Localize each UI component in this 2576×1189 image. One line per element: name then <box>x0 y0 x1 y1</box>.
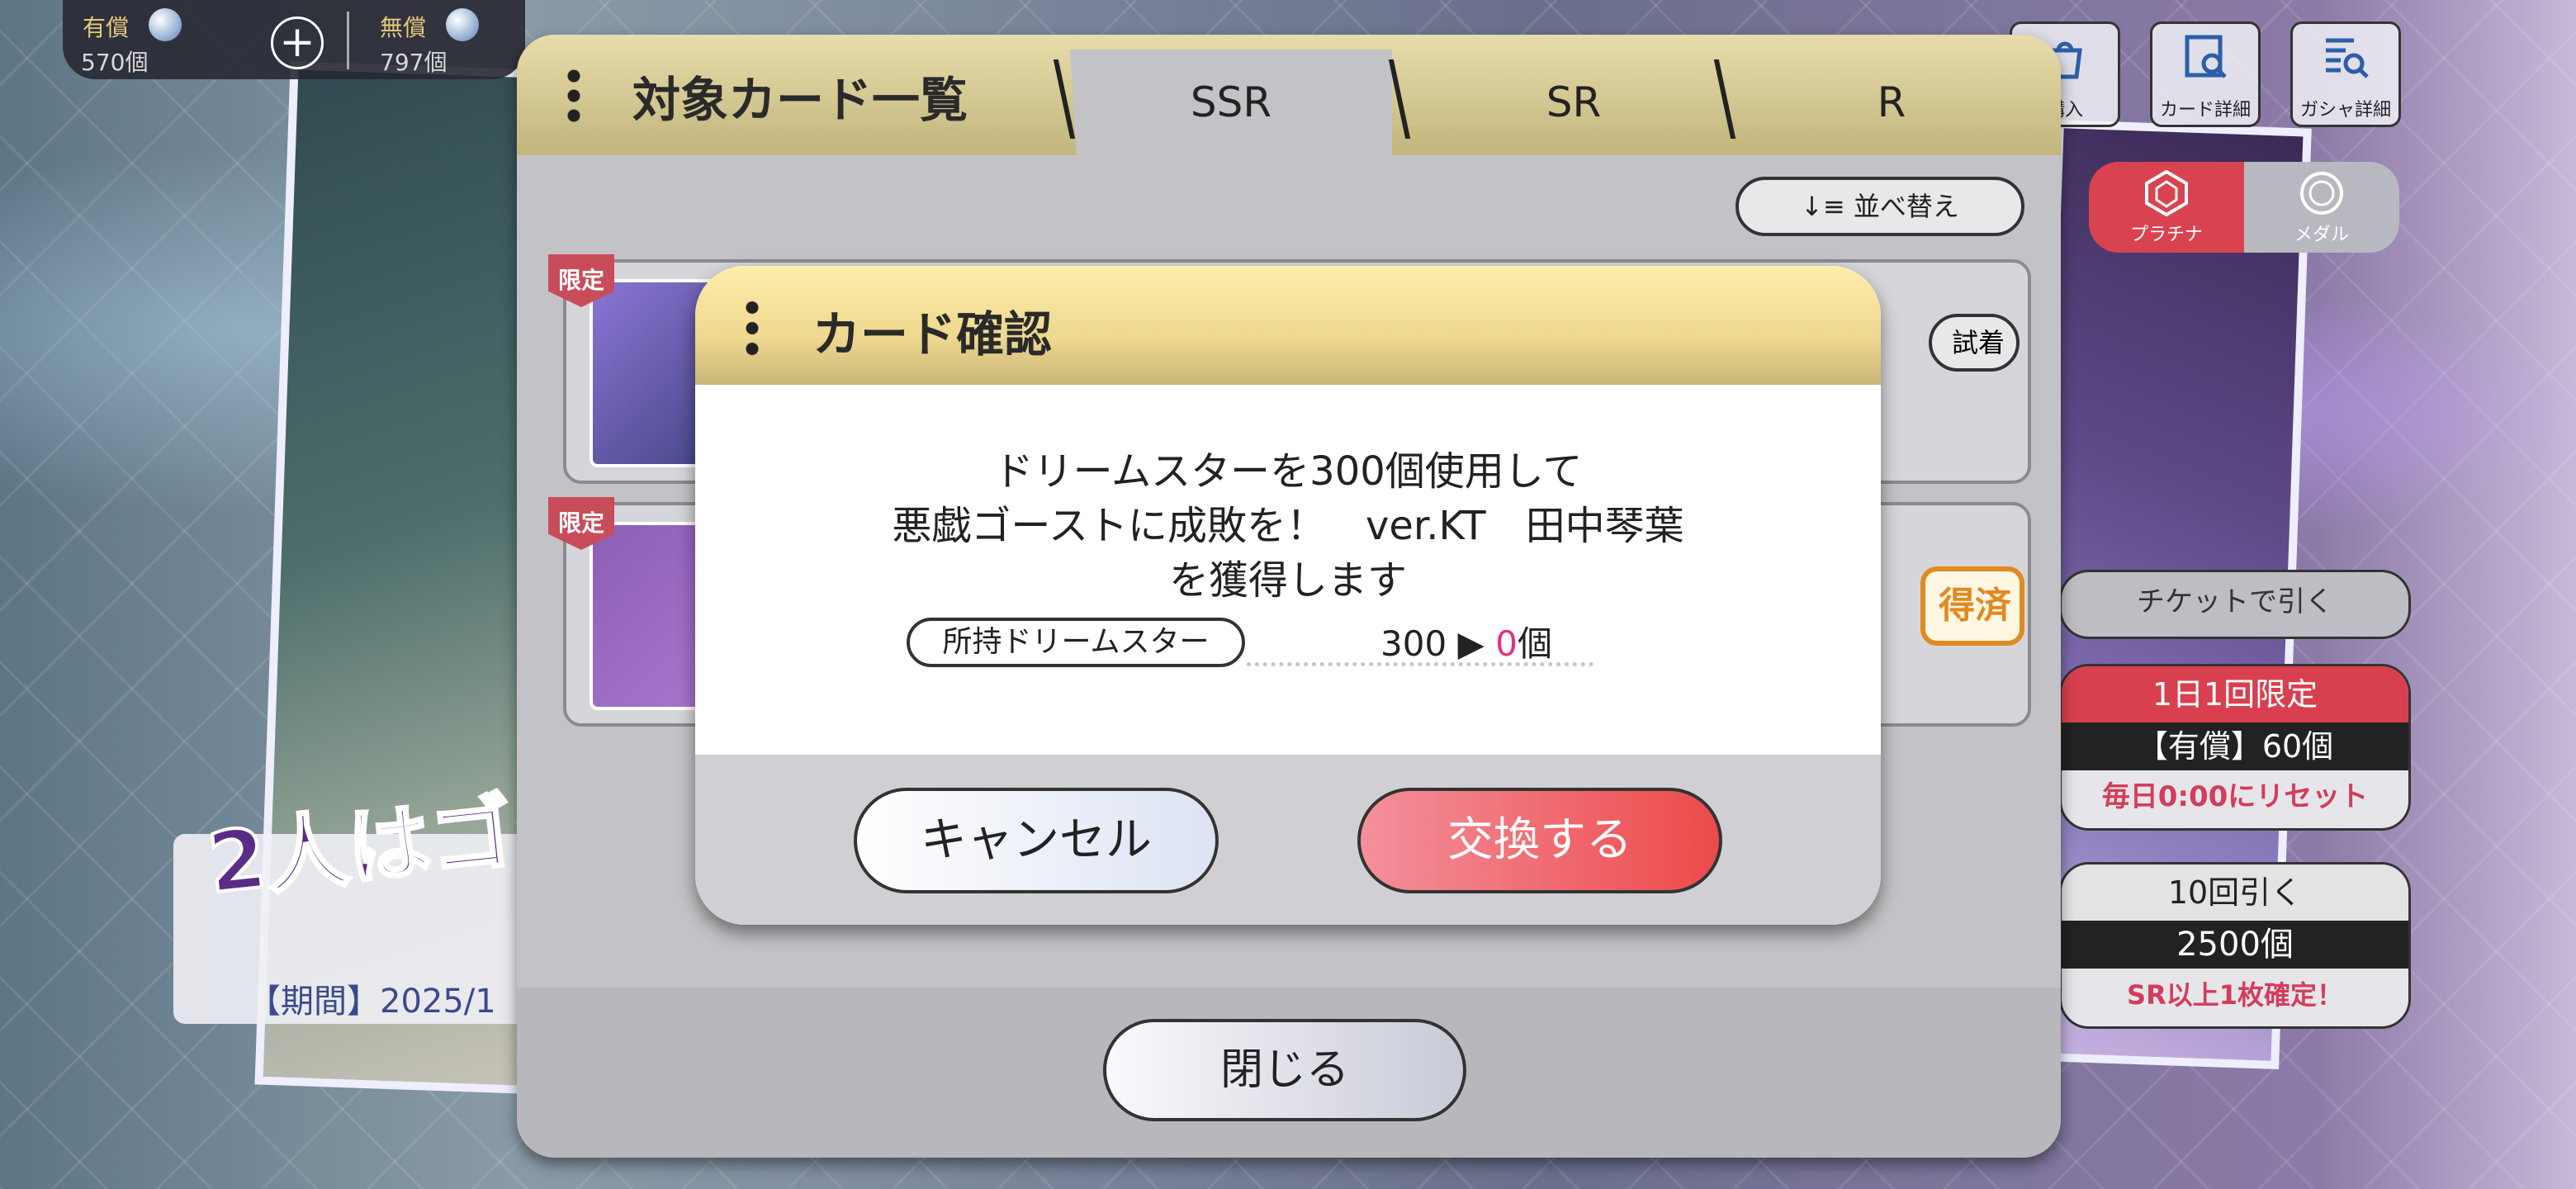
drag-grip-icon <box>741 297 763 360</box>
exchange-button[interactable]: 交換する <box>1357 788 1722 893</box>
dialog-message-line: 悪戯ゴーストに成敗を！ ver.KT 田中琴葉 <box>892 503 1684 549</box>
arrow-right-icon: ▶ <box>1457 623 1485 664</box>
dialog-header: カード確認 <box>695 266 1881 385</box>
card-confirm-dialog: カード確認 ドリームスターを300個使用して 悪戯ゴーストに成敗を！ ver.K… <box>695 266 1881 925</box>
owned-dreamstar-values: 300 ▶ 0個 <box>1380 616 1552 666</box>
dialog-message: ドリームスターを300個使用して 悪戯ゴーストに成敗を！ ver.KT 田中琴葉… <box>695 444 1881 608</box>
dialog-message-line: ドリームスターを300個使用して <box>993 448 1583 495</box>
owned-dreamstar-label: 所持ドリームスター <box>907 618 1245 667</box>
dialog-title: カード確認 <box>812 306 1053 362</box>
owned-unit: 個 <box>1517 623 1552 664</box>
dialog-message-line: を獲得します <box>1168 557 1407 604</box>
cancel-button[interactable]: キャンセル <box>854 788 1219 893</box>
owned-after: 0 <box>1495 623 1518 664</box>
owned-before: 300 <box>1380 623 1447 664</box>
